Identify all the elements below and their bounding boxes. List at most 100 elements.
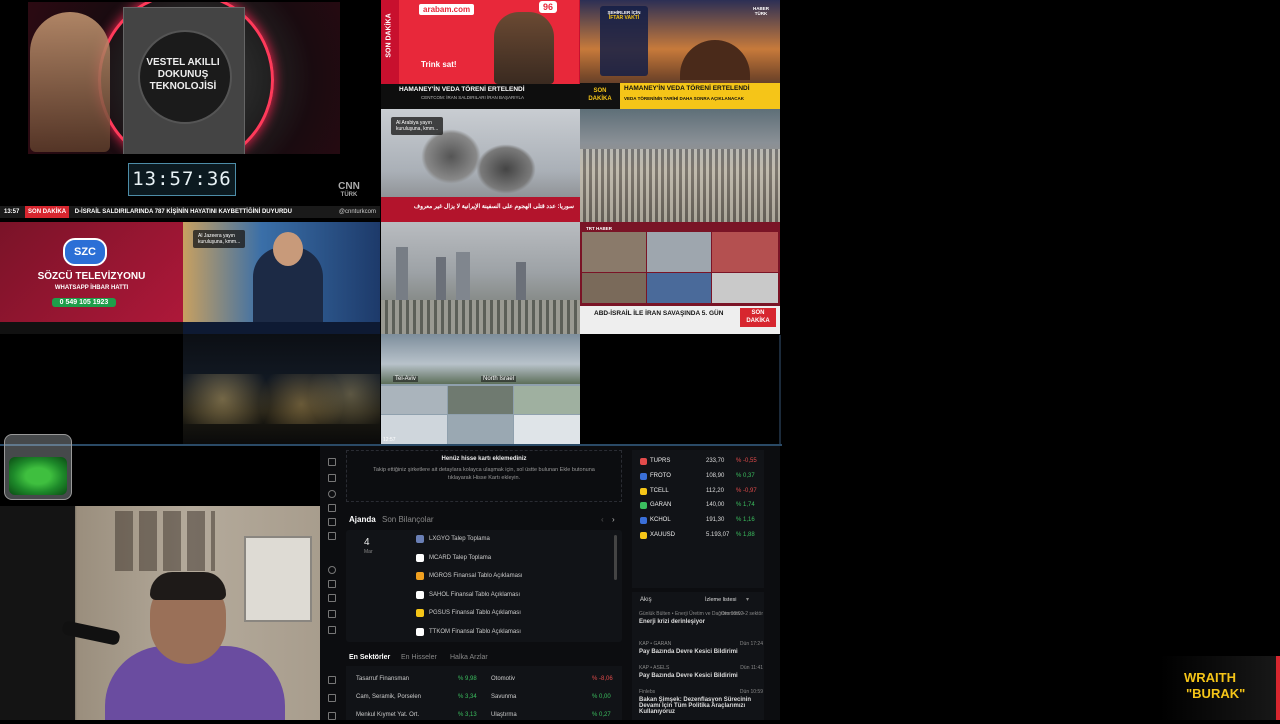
sector-change: % 0,27 <box>592 712 611 718</box>
vertical-breaking-flag: SON DAKİKA <box>385 13 393 58</box>
calendar-item-label: MCARD Talep Toplama <box>429 554 492 561</box>
next-arrow-icon[interactable]: › <box>612 515 615 524</box>
calendar-item-label: PGSUS Finansal Tablo Açıklaması <box>429 610 521 616</box>
news-meta: KAP • ASELS <box>639 665 670 671</box>
stock-price: 112,20 <box>706 487 724 494</box>
clock-text: 13:57:36 <box>132 168 232 190</box>
news-title: Pay Bazında Devre Kesici Bildirimi <box>639 649 738 655</box>
news-item[interactable]: KAP • GARAN Dün 17:24 Pay Bazında Devre K… <box>639 641 763 655</box>
news-tab-watchlist[interactable]: İzleme listesi <box>705 597 736 603</box>
watchlist-row[interactable]: TCELL 112,20 % -0,97 <box>638 485 762 498</box>
sector-change: % 3,34 <box>458 694 477 700</box>
news-meta-right: Dün 11:41 <box>740 665 763 671</box>
nav-icon-4[interactable] <box>328 504 336 512</box>
stock-logo-icon <box>640 517 647 525</box>
calendar-date-day: 4 <box>364 537 370 548</box>
company-logo-icon <box>416 609 424 617</box>
watchlist-row[interactable]: XAUUSD 5.193,07 % 1,88 <box>638 529 762 542</box>
cnn-turk-logo: CNN TÜRK <box>338 181 360 199</box>
empty-cards-title: Henüz hisse kartı eklemediniz <box>441 456 527 462</box>
stock-change: % -0,97 <box>736 487 757 494</box>
sector-change: % -8,06 <box>592 676 613 682</box>
gumball-jar <box>4 434 72 500</box>
company-logo-icon <box>416 553 424 562</box>
company-logo-icon <box>416 590 424 599</box>
vestel-ad-tile: VESTEL AKILLI DOKUNUŞ TEKNOLOJİSİ <box>28 2 340 154</box>
tab-ajanda[interactable]: Ajanda <box>349 515 376 524</box>
stock-symbol: TCELL <box>650 487 669 494</box>
sector-row[interactable]: Cam, Seramik, Porselen % 3,34 Savunma % … <box>356 688 616 706</box>
finance-sidebar <box>322 450 340 720</box>
tab-halka-arzlar[interactable]: Halka Arzlar <box>450 654 488 661</box>
stock-symbol: TUPRS <box>650 458 671 464</box>
sector-row[interactable]: Menkul Kıymet Yat. Ort. % 3,13 Ulaştırma… <box>356 706 616 724</box>
nav-icon-5[interactable] <box>328 518 336 526</box>
nav-icon-6[interactable] <box>328 532 336 540</box>
nav-icon-2[interactable] <box>328 474 336 482</box>
prev-arrow-icon[interactable]: ‹ <box>601 515 604 524</box>
night-city-tile <box>183 334 380 445</box>
sector-name: Tasarruf Finansman <box>356 676 410 682</box>
szc-hotline: WHATSAPP İHBAR HATTI <box>54 285 129 291</box>
szc-phone: 0 549 105 1923 <box>52 298 116 307</box>
calendar-item-label: LXGYO Talep Toplama <box>429 536 490 542</box>
stock-change: % 1,88 <box>736 532 755 538</box>
sector-change: % 9,98 <box>458 676 477 682</box>
nav-icon-7[interactable] <box>328 566 336 574</box>
nav-icon-14[interactable] <box>328 712 336 720</box>
watchlist-row[interactable]: FROTO 108,90 % 0,37 <box>638 470 762 483</box>
tab-son-bilancolar[interactable]: Son Bilançolar <box>382 515 434 524</box>
tab-en-sektorler[interactable]: En Sektörler <box>349 654 390 661</box>
sector-name: Ulaştırma <box>491 712 517 718</box>
stock-price: 191,30 <box>706 517 725 524</box>
watchlist-row[interactable]: KCHOL 191,30 % 1,16 <box>638 514 762 527</box>
watchlist-row[interactable]: TUPRS 233,70 % -0,55 <box>638 455 762 468</box>
szc-tile: SZC SÖZCÜ TELEVİZYONU WHATSAPP İHBAR HAT… <box>0 222 183 334</box>
haberturk-ticker: SON DAKİKA HAMANEY'İN VEDA TÖRENİ ERTELE… <box>580 83 780 109</box>
nav-icon-3[interactable] <box>328 490 336 498</box>
tab-en-hisseler[interactable]: En Hisseler <box>401 654 437 661</box>
watchlist-row[interactable]: GARAN 140,00 % 1,74 <box>638 499 762 512</box>
news-meta: KAP • GARAN <box>639 641 672 647</box>
empty-cards-box: Henüz hisse kartı eklemediniz Takip etti… <box>346 450 622 502</box>
news-tab-akis[interactable]: Akış <box>640 597 652 603</box>
aljazeera-caption: Al Jazeera yayın kuruluşuna, kmm... <box>193 230 246 248</box>
alarabiya-tile: Al Arabiya yayın kuruluşuna, kmm... سوري… <box>381 109 580 222</box>
arabam-brand: arabam.com <box>419 4 475 15</box>
wall-frames <box>115 511 215 571</box>
news-title: Pay Bazında Devre Kesici Bildirimi <box>639 673 738 679</box>
nav-icon-11[interactable] <box>328 626 336 634</box>
arabam-ticker: HAMANEY'İN VEDA TÖRENİ ERTELENDİ CENTCOM… <box>381 84 580 109</box>
sector-row[interactable]: Tasarruf Finansman % 9,98 Otomotiv % -8,… <box>356 670 616 688</box>
stock-logo-icon <box>640 487 647 495</box>
nav-icon-8[interactable] <box>328 580 336 588</box>
nav-icon-1[interactable] <box>328 458 336 466</box>
trt-logo: TRT HABER <box>586 226 612 231</box>
filter-chevron-icon[interactable]: ▾ <box>746 596 749 603</box>
trt-ticker: ABD-İSRAİL İLE İRAN SAVAŞINDA 5. GÜN SON… <box>580 306 780 334</box>
nav-icon-13[interactable] <box>328 694 336 702</box>
news-meta-right: Dün 10:59 <box>739 689 763 695</box>
brand-overlay: WRAITH "BURAK" <box>1160 656 1278 720</box>
haberturk-tile: ŞEHİRLER İÇİN İFTAR VAKTİ HABER TÜRK SON… <box>580 0 780 109</box>
nav-icon-10[interactable] <box>328 610 336 618</box>
company-logo-icon <box>416 572 424 580</box>
news-item[interactable]: KAP • ASELS Dün 11:41 Pay Bazında Devre K… <box>639 665 763 679</box>
presenter-figure <box>494 12 554 84</box>
nav-icon-9[interactable] <box>328 594 336 602</box>
stock-change: % -0,55 <box>736 458 757 464</box>
cnn-breaking-flag: SON DAKİKA <box>25 206 70 218</box>
news-item[interactable]: Günlük Bülten • Enerji Üretim ve Dağıtım… <box>639 611 763 625</box>
szc-logo: SZC <box>63 238 107 266</box>
calendar-scrollbar[interactable] <box>614 535 617 580</box>
stock-change: % 1,74 <box>736 502 755 509</box>
nav-icon-12[interactable] <box>328 676 336 684</box>
news-item[interactable]: Finlebs Dün 10:59 Bakan Şimşek: Dezenflas… <box>639 689 763 715</box>
company-logo-icon <box>416 627 424 636</box>
sector-name: Otomotiv <box>491 676 516 682</box>
cnn-handle: @cnnturkcom <box>338 209 376 215</box>
news-meta-right: Dün 17:24 <box>739 641 763 647</box>
sector-name: Savunma <box>491 694 517 700</box>
cam-label-right: North Israel <box>481 376 517 382</box>
smoke-plume <box>421 129 481 184</box>
